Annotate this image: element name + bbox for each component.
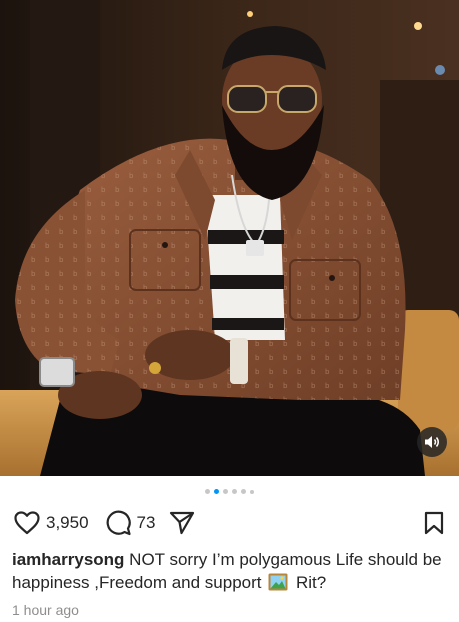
- caption-username[interactable]: iamharrysong: [12, 550, 124, 569]
- bookmark-icon: [424, 511, 444, 535]
- post-image[interactable]: b: [0, 0, 459, 476]
- carousel-dot: [205, 489, 210, 494]
- sound-toggle-button[interactable]: [417, 427, 447, 457]
- share-button[interactable]: [169, 511, 195, 535]
- speech-bubble-icon: [106, 510, 131, 536]
- carousel-dot-active: [214, 489, 219, 494]
- post-photo-illustration: b: [0, 0, 459, 476]
- post-timestamp: 1 hour ago: [12, 602, 79, 618]
- framed-picture-emoji-icon: [268, 573, 288, 591]
- like-button[interactable]: 3,950: [14, 511, 89, 535]
- carousel-dot: [250, 489, 254, 494]
- heart-outline-icon: [14, 511, 40, 535]
- carousel-dot: [241, 489, 246, 494]
- carousel-indicator: [0, 489, 459, 494]
- caption-text-end: Rit?: [295, 573, 327, 592]
- likes-count[interactable]: 3,950: [46, 513, 89, 533]
- post-actions-bar: 3,950 73: [14, 508, 445, 538]
- save-button[interactable]: [423, 511, 445, 535]
- post-caption: iamharrysong NOT sorry I’m polygamous Li…: [12, 548, 447, 594]
- carousel-dot: [223, 489, 228, 494]
- paper-plane-icon: [170, 511, 195, 535]
- comment-button[interactable]: 73: [105, 510, 156, 536]
- carousel-dot: [232, 489, 237, 494]
- comments-count[interactable]: 73: [137, 513, 156, 533]
- speaker-icon: [425, 436, 439, 448]
